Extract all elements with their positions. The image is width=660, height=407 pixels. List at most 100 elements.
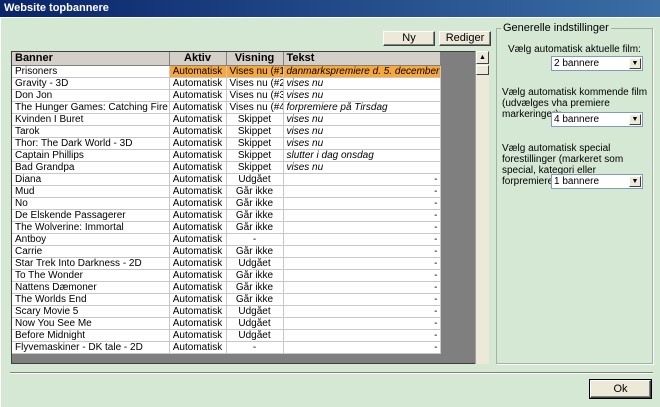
banner-cell: Captain Phillips — [12, 149, 170, 162]
aktiv-cell: Automatisk — [169, 293, 227, 306]
tekst-value: - — [434, 209, 438, 221]
aktiv-cell: Automatisk — [169, 209, 227, 222]
tekst-cell: danmarkspremiere d. 5. december — [283, 65, 441, 78]
tekst-cell: vises nu — [283, 77, 441, 90]
scroll-up-arrow-icon[interactable]: ▲ — [476, 51, 489, 64]
aktiv-cell: Automatisk — [169, 101, 227, 114]
table-row[interactable]: De Elskende Passagerer Automatisk Går ikke… — [12, 209, 441, 222]
aktiv-cell: Automatisk — [169, 245, 227, 258]
column-header-aktiv[interactable]: Aktiv — [169, 52, 227, 66]
banner-cell: Scary Movie 5 — [12, 305, 170, 318]
visning-cell: Udgået — [226, 305, 284, 318]
banner-cell: Gravity - 3D — [12, 77, 170, 90]
tekst-value: - — [434, 293, 438, 305]
visning-cell: Vises nu (#4) — [226, 101, 284, 114]
table-row[interactable]: Captain Phillips Automatisk Skippet slutter… — [12, 149, 441, 162]
tekst-cell: - — [283, 317, 441, 330]
current-films-select[interactable]: 2 bannere ▼ — [551, 56, 643, 71]
table-row[interactable]: Carrie Automatisk Går ikke - — [12, 245, 441, 258]
aktiv-cell: Automatisk — [169, 185, 227, 198]
upcoming-films-value: 4 bannere — [554, 114, 600, 125]
table-row[interactable]: Tarok Automatisk Skippet vises nu — [12, 125, 441, 138]
banner-cell: Before Midnight — [12, 329, 170, 342]
table-row[interactable]: Bad Grandpa Automatisk Skippet vises nu — [12, 161, 441, 174]
banner-cell: De Elskende Passagerer — [12, 209, 170, 222]
tekst-cell: slutter i dag onsdag — [283, 149, 441, 162]
tekst-value: - — [434, 257, 438, 269]
aktiv-cell: Automatisk — [169, 233, 227, 246]
table-row[interactable]: Diana Automatisk Udgået - — [12, 173, 441, 186]
ok-button[interactable]: Ok — [589, 379, 652, 399]
special-films-value: 1 bannere — [554, 176, 600, 187]
table-row[interactable]: Prisoners Automatisk Vises nu (#1) danmarks… — [12, 65, 441, 78]
visning-cell: - — [226, 341, 284, 354]
banner-cell: Carrie — [12, 245, 170, 258]
banner-cell: Mud — [12, 185, 170, 198]
aktiv-cell: Automatisk — [169, 173, 227, 186]
tekst-value: - — [434, 221, 438, 233]
dropdown-arrow-icon[interactable]: ▼ — [629, 176, 641, 187]
banner-cell: Now You See Me — [12, 317, 170, 330]
general-settings-group — [496, 28, 653, 364]
visning-cell: Skippet — [226, 125, 284, 138]
tekst-value: - — [434, 305, 438, 317]
aktiv-cell: Automatisk — [169, 269, 227, 282]
table-row[interactable]: Now You See Me Automatisk Udgået - — [12, 317, 441, 330]
table-row[interactable]: Before Midnight Automatisk Udgået - — [12, 329, 441, 342]
current-films-label: Vælg automatisk aktuelle film: — [508, 44, 641, 55]
visning-cell: Går ikke — [226, 269, 284, 282]
table-row[interactable]: Gravity - 3D Automatisk Vises nu (#2) vises… — [12, 77, 441, 90]
table-row[interactable]: No Automatisk Går ikke - — [12, 197, 441, 210]
tekst-cell: - — [283, 305, 441, 318]
banner-cell: Antboy — [12, 233, 170, 246]
banner-cell: The Hunger Games: Catching Fire — [12, 101, 170, 114]
visning-cell: Går ikke — [226, 185, 284, 198]
aktiv-cell: Automatisk — [169, 125, 227, 138]
table-row[interactable]: Star Trek Into Darkness - 2D Automatisk Ud… — [12, 257, 441, 270]
tekst-cell: - — [283, 329, 441, 342]
banner-cell: To The Wonder — [12, 269, 170, 282]
visning-cell: Skippet — [226, 113, 284, 126]
table-row[interactable]: Don Jon Automatisk Vises nu (#3) vises nu — [12, 89, 441, 102]
tekst-cell: vises nu — [283, 113, 441, 126]
grid-scrollbar[interactable]: ▲ — [475, 51, 489, 364]
table-row[interactable]: To The Wonder Automatisk Går ikke - — [12, 269, 441, 282]
aktiv-cell: Automatisk — [169, 341, 227, 354]
table-row[interactable]: Kvinden I Buret Automatisk Skippet vises nu — [12, 113, 441, 126]
table-row[interactable]: The Worlds End Automatisk Går ikke - — [12, 293, 441, 306]
column-header-banner[interactable]: Banner — [12, 52, 170, 66]
table-row[interactable]: Scary Movie 5 Automatisk Udgået - — [12, 305, 441, 318]
new-button[interactable]: Ny — [383, 31, 435, 46]
aktiv-cell: Automatisk — [169, 65, 227, 78]
upcoming-films-select[interactable]: 4 bannere ▼ — [551, 112, 643, 127]
tekst-value: - — [434, 269, 438, 281]
tekst-cell: - — [283, 185, 441, 198]
aktiv-cell: Automatisk — [169, 137, 227, 150]
visning-cell: Går ikke — [226, 209, 284, 222]
scrollbar-thumb[interactable] — [476, 65, 489, 75]
table-row[interactable]: The Hunger Games: Catching Fire Automatis… — [12, 101, 441, 114]
visning-cell: Vises nu (#2) — [226, 77, 284, 90]
dropdown-arrow-icon[interactable]: ▼ — [629, 114, 641, 125]
tekst-cell: - — [283, 281, 441, 294]
table-row[interactable]: Flyvemaskiner - DK tale - 2D Automatisk - - — [12, 341, 441, 354]
column-header-visning[interactable]: Visning — [226, 52, 284, 66]
visning-cell: Går ikke — [226, 221, 284, 234]
dropdown-arrow-icon[interactable]: ▼ — [629, 58, 641, 69]
visning-cell: Går ikke — [226, 245, 284, 258]
visning-cell: Skippet — [226, 161, 284, 174]
aktiv-cell: Automatisk — [169, 221, 227, 234]
column-header-tekst[interactable]: Tekst — [283, 52, 441, 66]
table-row[interactable]: Mud Automatisk Går ikke - — [12, 185, 441, 198]
table-row[interactable]: The Wolverine: Immortal Automatisk Går ikk… — [12, 221, 441, 234]
tekst-value: - — [434, 233, 438, 245]
special-films-select[interactable]: 1 bannere ▼ — [551, 174, 643, 189]
banner-grid[interactable]: Banner Aktiv Visning Tekst Prisoners Auto… — [11, 51, 489, 364]
table-row[interactable]: Antboy Automatisk - - — [12, 233, 441, 246]
table-row[interactable]: Thor: The Dark World - 3D Automatisk Skipp… — [12, 137, 441, 150]
tekst-cell: - — [283, 257, 441, 270]
visning-cell: Går ikke — [226, 197, 284, 210]
aktiv-cell: Automatisk — [169, 89, 227, 102]
table-row[interactable]: Nattens Dæmoner Automatisk Går ikke - — [12, 281, 441, 294]
edit-button[interactable]: Rediger — [439, 31, 491, 46]
